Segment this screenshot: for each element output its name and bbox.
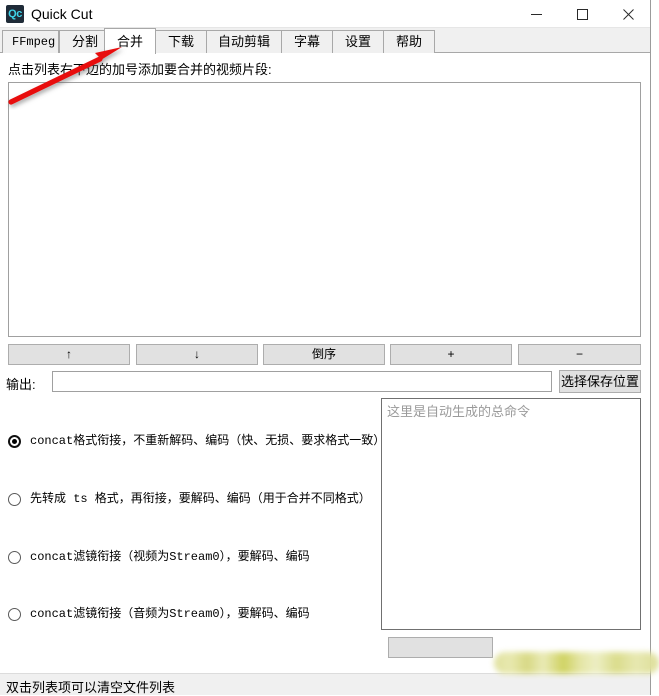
- tab-auto-edit[interactable]: 自动剪辑: [206, 30, 282, 53]
- status-bar: 双击列表项可以清空文件列表: [0, 673, 650, 695]
- tab-download[interactable]: 下载: [155, 30, 207, 53]
- merge-mode-label: concat滤镜衔接（视频为Stream0），要解码、编码: [30, 550, 310, 564]
- tab-subtitle[interactable]: 字幕: [281, 30, 333, 53]
- tab-merge[interactable]: 合并: [104, 28, 156, 54]
- move-down-button[interactable]: ↓: [136, 344, 258, 365]
- merge-mode-label: 先转成 ts 格式，再衔接，要解码、编码（用于合并不同格式）: [30, 492, 371, 506]
- minimize-icon: [530, 14, 542, 15]
- close-icon: [622, 9, 634, 20]
- app-window: Qc Quick Cut FFmpeg 分割 合并 下载 自动剪辑 字幕 设置 …: [0, 0, 651, 695]
- remove-file-button[interactable]: −: [518, 344, 641, 365]
- minimize-button[interactable]: [513, 0, 559, 28]
- merge-panel: 点击列表右下边的加号添加要合并的视频片段: ↑ ↓ 倒序 + − 输出: 选择保…: [0, 53, 650, 673]
- add-file-button[interactable]: +: [390, 344, 512, 365]
- radio-icon: [8, 435, 21, 448]
- radio-icon: [8, 608, 21, 621]
- title-bar: Qc Quick Cut: [0, 0, 650, 28]
- reverse-order-button[interactable]: 倒序: [263, 344, 385, 365]
- radio-icon: [8, 493, 21, 506]
- maximize-button[interactable]: [559, 0, 605, 28]
- run-command-button[interactable]: [388, 637, 493, 658]
- status-bar-text: 双击列表项可以清空文件列表: [6, 680, 176, 695]
- hint-label: 点击列表右下边的加号添加要合并的视频片段:: [8, 62, 272, 77]
- tab-settings[interactable]: 设置: [332, 30, 384, 53]
- radio-icon: [8, 551, 21, 564]
- merge-mode-label: concat滤镜衔接（音频为Stream0），要解码、编码: [30, 607, 310, 621]
- maximize-icon: [576, 9, 588, 20]
- close-button[interactable]: [605, 0, 651, 28]
- tab-bar: FFmpeg 分割 合并 下载 自动剪辑 字幕 设置 帮助: [0, 28, 650, 54]
- app-logo-icon: Qc: [6, 5, 24, 23]
- move-up-button[interactable]: ↑: [8, 344, 130, 365]
- choose-save-location-button[interactable]: 选择保存位置: [559, 370, 641, 393]
- tab-help[interactable]: 帮助: [383, 30, 435, 53]
- merge-mode-label: concat格式衔接，不重新解码、编码（快、无损、要求格式一致）: [30, 434, 386, 448]
- window-title: Quick Cut: [31, 6, 93, 22]
- blurred-watermark: [494, 652, 659, 674]
- file-list[interactable]: [8, 82, 641, 337]
- output-label: 输出:: [6, 377, 36, 392]
- tab-ffmpeg[interactable]: FFmpeg: [2, 30, 59, 53]
- generated-command-textarea[interactable]: 这里是自动生成的总命令: [381, 398, 641, 630]
- output-path-input[interactable]: [52, 371, 552, 392]
